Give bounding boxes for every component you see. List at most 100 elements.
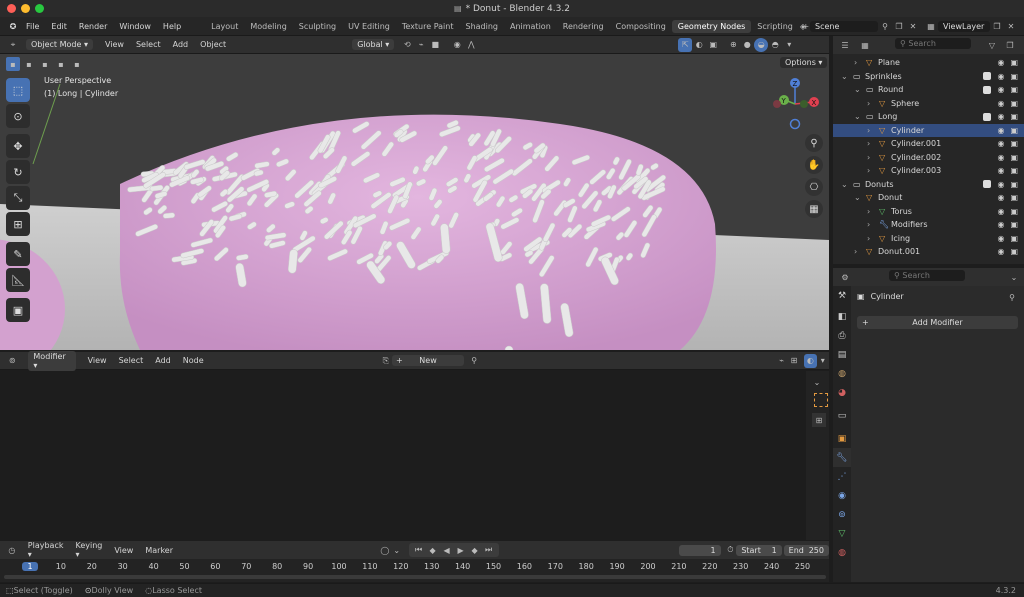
outliner-row-plane[interactable]: › ▽ Plane ◉ ▣ (833, 56, 1024, 70)
jump-end-icon[interactable]: ⏭︎ (482, 543, 496, 557)
sidebar-collapse-icon[interactable]: ⌄ (810, 375, 824, 389)
overlay-toggle-icon[interactable]: ◐ (692, 38, 706, 52)
properties-editor-type-icon[interactable]: ⚙ (838, 270, 852, 284)
outliner-row-sphere[interactable]: › ▽ Sphere ◉ ▣ (833, 97, 1024, 111)
timeline-menu-playback[interactable]: Playback ▾ (22, 541, 70, 559)
proportional-edit-icon[interactable]: ◉ (450, 38, 464, 52)
expand-arrow-icon[interactable]: › (867, 220, 870, 229)
snap-icon[interactable]: ⌁ (414, 38, 428, 52)
material-shading-icon[interactable]: ◒ (754, 37, 769, 52)
next-keyframe-icon[interactable]: ◆ (468, 543, 482, 557)
maximize-window-button[interactable] (35, 4, 44, 13)
render-camera-icon[interactable]: ▣ (1010, 180, 1018, 189)
annotate-tool-icon[interactable]: ✎ (6, 242, 30, 266)
render-camera-icon[interactable]: ▣ (1010, 234, 1018, 243)
mode-dropdown[interactable]: Object Mode ▾ (26, 39, 93, 50)
select-invert-icon[interactable]: ▪ (54, 57, 68, 71)
cursor-tool-icon[interactable]: ⊙ (6, 104, 30, 128)
scene-icon[interactable]: ◈ (796, 19, 810, 33)
new-view-layer-icon[interactable]: ❐ (990, 19, 1004, 33)
visibility-eye-icon[interactable]: ◉ (997, 180, 1004, 189)
rotate-tool-icon[interactable]: ↻ (6, 160, 30, 184)
workspace-tab-sculpting[interactable]: Sculpting (293, 20, 342, 33)
xray-icon[interactable]: ▣ (706, 38, 720, 52)
pin-icon[interactable]: ⚲ (878, 19, 892, 33)
outliner-row-modifiers[interactable]: › 🔧︎ Modifiers ◉ ▣ (833, 218, 1024, 232)
render-camera-icon[interactable]: ▣ (1010, 126, 1018, 135)
render-camera-icon[interactable]: ▣ (1010, 85, 1018, 94)
outliner-row-round[interactable]: ⌄ ▭ Round ◉ ▣ (833, 83, 1024, 97)
shading-options-icon[interactable]: ▾ (782, 38, 796, 52)
visibility-eye-icon[interactable]: ◉ (997, 126, 1004, 135)
pivot-icon[interactable]: ⟲ (400, 38, 414, 52)
visibility-eye-icon[interactable]: ◉ (997, 139, 1004, 148)
stopwatch-icon[interactable]: ⏱︎ (725, 543, 737, 557)
navigation-gizmo[interactable]: Z X Y (765, 74, 825, 134)
wireframe-shading-icon[interactable]: ⊕ (726, 38, 740, 52)
pin-node-tree-icon[interactable]: ⚲ (468, 354, 480, 368)
visibility-eye-icon[interactable]: ◉ (997, 207, 1004, 216)
view-layer-icon[interactable]: ▦ (924, 19, 938, 33)
node-overlay-icon[interactable]: ◐ (804, 353, 817, 368)
render-camera-icon[interactable]: ▣ (1010, 220, 1018, 229)
scene-field[interactable]: Scene (810, 20, 878, 32)
outliner-row-cylinder-001[interactable]: › ▽ Cylinder.001 ◉ ▣ (833, 137, 1024, 151)
viewport-menu-select[interactable]: Select (130, 40, 167, 49)
visibility-eye-icon[interactable]: ◉ (997, 234, 1004, 243)
expand-arrow-icon[interactable]: › (867, 234, 870, 243)
outliner-search-input[interactable]: ⚲ Search (895, 38, 971, 49)
expand-arrow-icon[interactable]: › (867, 139, 870, 148)
add-modifier-button[interactable]: + Add Modifier (857, 316, 1018, 329)
menu-window[interactable]: Window (113, 22, 157, 31)
expand-arrow-icon[interactable]: › (867, 153, 870, 162)
outliner-row-sprinkles[interactable]: ⌄ ▭ Sprinkles ◉ ▣ (833, 70, 1024, 84)
visibility-eye-icon[interactable]: ◉ (997, 166, 1004, 175)
render-camera-icon[interactable]: ▣ (1010, 193, 1018, 202)
select-new-icon[interactable]: ▪ (6, 57, 20, 71)
viewport-menu-add[interactable]: Add (167, 40, 195, 49)
node-group-icon[interactable]: ⎘ (380, 354, 392, 368)
expand-arrow-icon[interactable]: ⌄ (841, 72, 848, 81)
menu-render[interactable]: Render (73, 22, 113, 31)
workspace-tab-uv-editing[interactable]: UV Editing (342, 20, 396, 33)
physics-tab-icon[interactable]: ◉ (833, 486, 851, 505)
timeline-menu-keying[interactable]: Keying ▾ (69, 541, 108, 559)
material-tab-icon[interactable]: ◍ (833, 543, 851, 562)
solid-shading-icon[interactable]: ● (740, 38, 754, 52)
play-icon[interactable]: ▶ (454, 543, 468, 557)
3d-viewport[interactable]: User Perspective (1) Long | Cylinder ⬚ ⊙… (0, 54, 829, 350)
keyframe-record-icon[interactable]: ◯ (379, 543, 391, 557)
minimize-window-button[interactable] (21, 4, 30, 13)
visibility-eye-icon[interactable]: ◉ (997, 112, 1004, 121)
filter-icon[interactable]: ▽ (985, 38, 999, 52)
render-camera-icon[interactable]: ▣ (1010, 247, 1018, 256)
timeline-menu-view[interactable]: View (108, 546, 139, 555)
menu-file[interactable]: File (20, 22, 45, 31)
outliner-editor-type-icon[interactable]: ☰ (838, 38, 852, 52)
properties-options-icon[interactable]: ⌄ (1007, 270, 1021, 284)
modifier-tab-icon[interactable]: 🔧︎ (833, 448, 851, 467)
workspace-tab-animation[interactable]: Animation (504, 20, 557, 33)
include-checkbox[interactable] (983, 72, 992, 81)
select-intersect-icon[interactable]: ▪ (70, 57, 84, 71)
scale-tool-icon[interactable]: ⤡ (6, 186, 30, 210)
render-camera-icon[interactable]: ▣ (1010, 139, 1018, 148)
expand-arrow-icon[interactable]: › (854, 247, 857, 256)
render-camera-icon[interactable]: ▣ (1010, 72, 1018, 81)
include-checkbox[interactable] (983, 180, 992, 189)
viewport-menu-view[interactable]: View (99, 40, 130, 49)
rendered-shading-icon[interactable]: ◓ (768, 38, 782, 52)
timeline-scrollbar[interactable] (4, 575, 826, 579)
start-frame-field[interactable]: Start 1 (736, 544, 782, 556)
workspace-tab-compositing[interactable]: Compositing (610, 20, 672, 33)
display-mode-icon[interactable]: ▦ (858, 38, 872, 52)
measure-tool-icon[interactable]: 📐︎ (6, 268, 30, 292)
falloff-icon[interactable]: ⋀ (464, 38, 478, 52)
expand-arrow-icon[interactable]: › (867, 166, 870, 175)
visibility-eye-icon[interactable]: ◉ (997, 247, 1004, 256)
record-options-icon[interactable]: ⌄ (391, 543, 403, 557)
node-tab-icon[interactable] (814, 393, 828, 407)
output-tab-icon[interactable]: ⎙ (833, 326, 851, 345)
world-tab-icon[interactable]: ◕ (833, 383, 851, 402)
node-overlay-options-icon[interactable]: ▾ (817, 354, 829, 368)
